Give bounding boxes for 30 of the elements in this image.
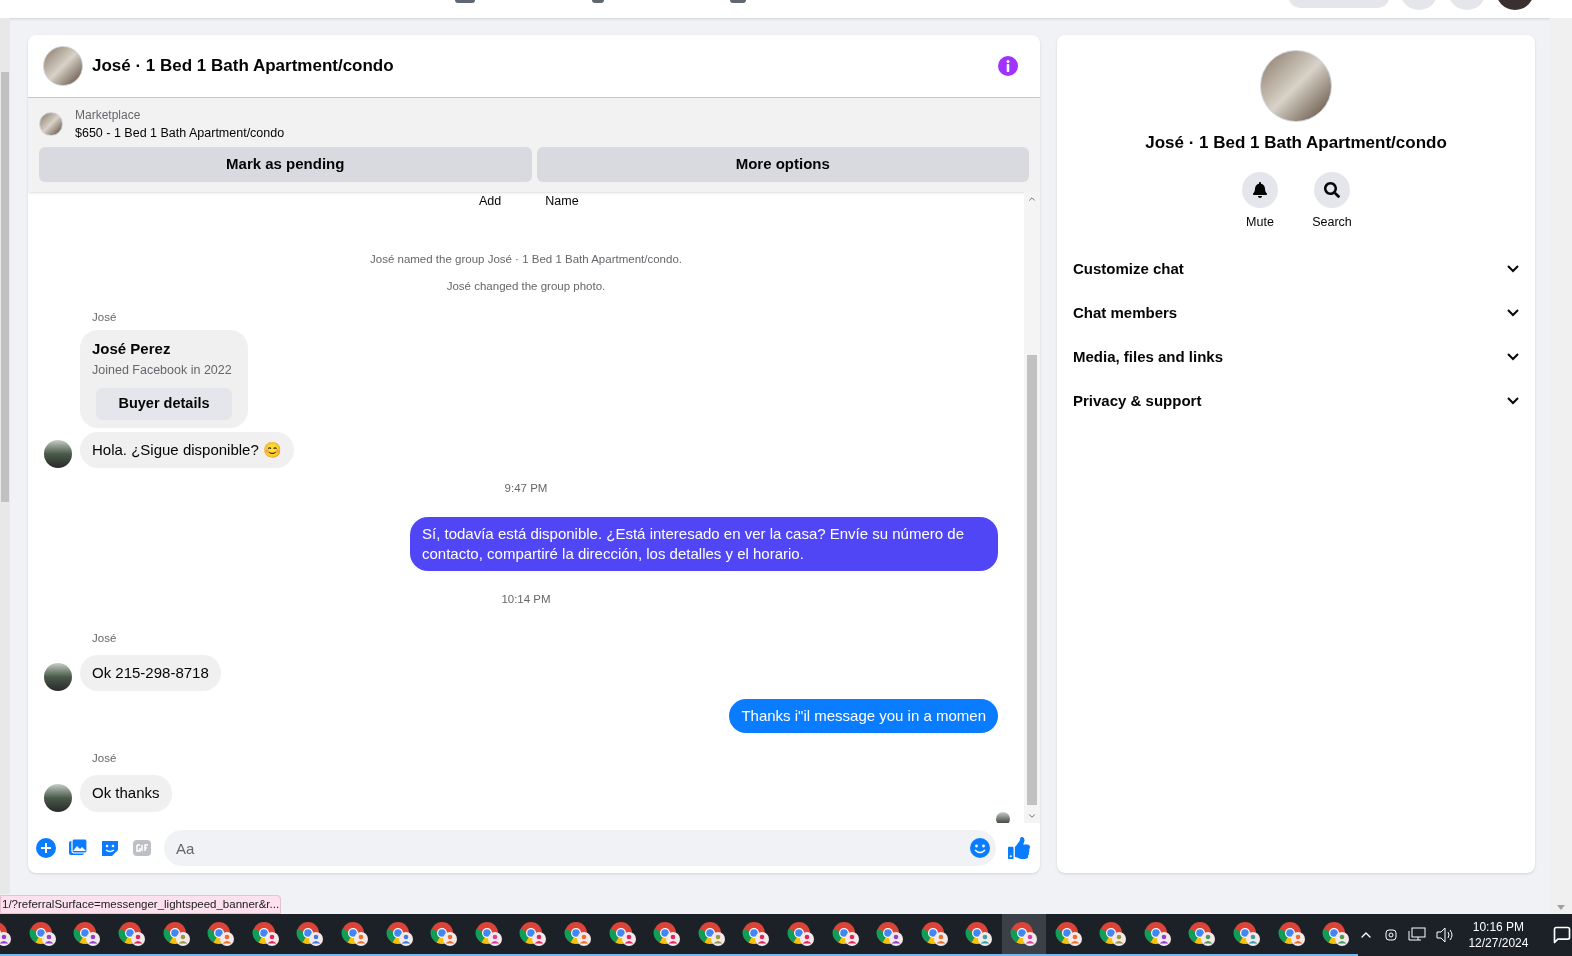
incoming-message: Ok thanks bbox=[80, 775, 172, 812]
sender-name: José bbox=[92, 631, 117, 644]
incoming-message: Ok 215-298-8718 bbox=[80, 654, 221, 691]
details-section[interactable]: Customize chat bbox=[1072, 247, 1520, 292]
clock-time[interactable]: 10:16 PM bbox=[1472, 919, 1525, 935]
listing-title: $650 - 1 Bed 1 Bath Apartment/condo bbox=[75, 125, 285, 142]
system-message: José named the group José · 1 Bed 1 Bath Apartment/condo. bbox=[370, 251, 682, 267]
group-action-button[interactable]: Add bbox=[472, 192, 508, 211]
buyer-joined: Joined Facebook in 2022 bbox=[92, 361, 233, 379]
listing-action-button[interactable]: Mark as pending bbox=[39, 147, 532, 182]
listing-action-button[interactable]: More options bbox=[536, 147, 1029, 182]
sender-name: José bbox=[92, 311, 117, 324]
clock-date[interactable]: 12/27/2024 bbox=[1468, 935, 1529, 951]
system-message: José changed the group photo. bbox=[446, 279, 606, 294]
listing-source: Marketplace bbox=[75, 107, 142, 124]
chat-title: José · 1 Bed 1 Bath Apartment/condo bbox=[92, 55, 395, 78]
details-section[interactable]: Chat members bbox=[1072, 291, 1520, 336]
details-title: José · 1 Bed 1 Bath Apartment/condo bbox=[1145, 132, 1447, 154]
group-action-button[interactable]: Name bbox=[544, 192, 580, 211]
details-section[interactable]: Privacy & support bbox=[1072, 379, 1520, 424]
outgoing-message: Sí, todavía está disponible. ¿Está interesado en ver la casa? Envíe su número de contacto, compartiré la dirección, los detalles y el horario. bbox=[410, 517, 998, 572]
outgoing-message: Thanks i"il message you in a momen bbox=[729, 699, 998, 733]
details-section[interactable]: Media, files and links bbox=[1072, 335, 1520, 380]
sender-name: José bbox=[92, 752, 117, 764]
buyer-name: José Perez bbox=[92, 339, 172, 360]
message-input-field[interactable]: Aa bbox=[164, 830, 996, 866]
timestamp: 10:14 PM bbox=[501, 592, 551, 608]
timestamp: 9:47 PM bbox=[504, 481, 548, 496]
buyer-details-button[interactable]: Buyer details bbox=[96, 387, 232, 420]
incoming-message: Hola. ¿Sigue disponible? 😊 bbox=[80, 431, 294, 468]
